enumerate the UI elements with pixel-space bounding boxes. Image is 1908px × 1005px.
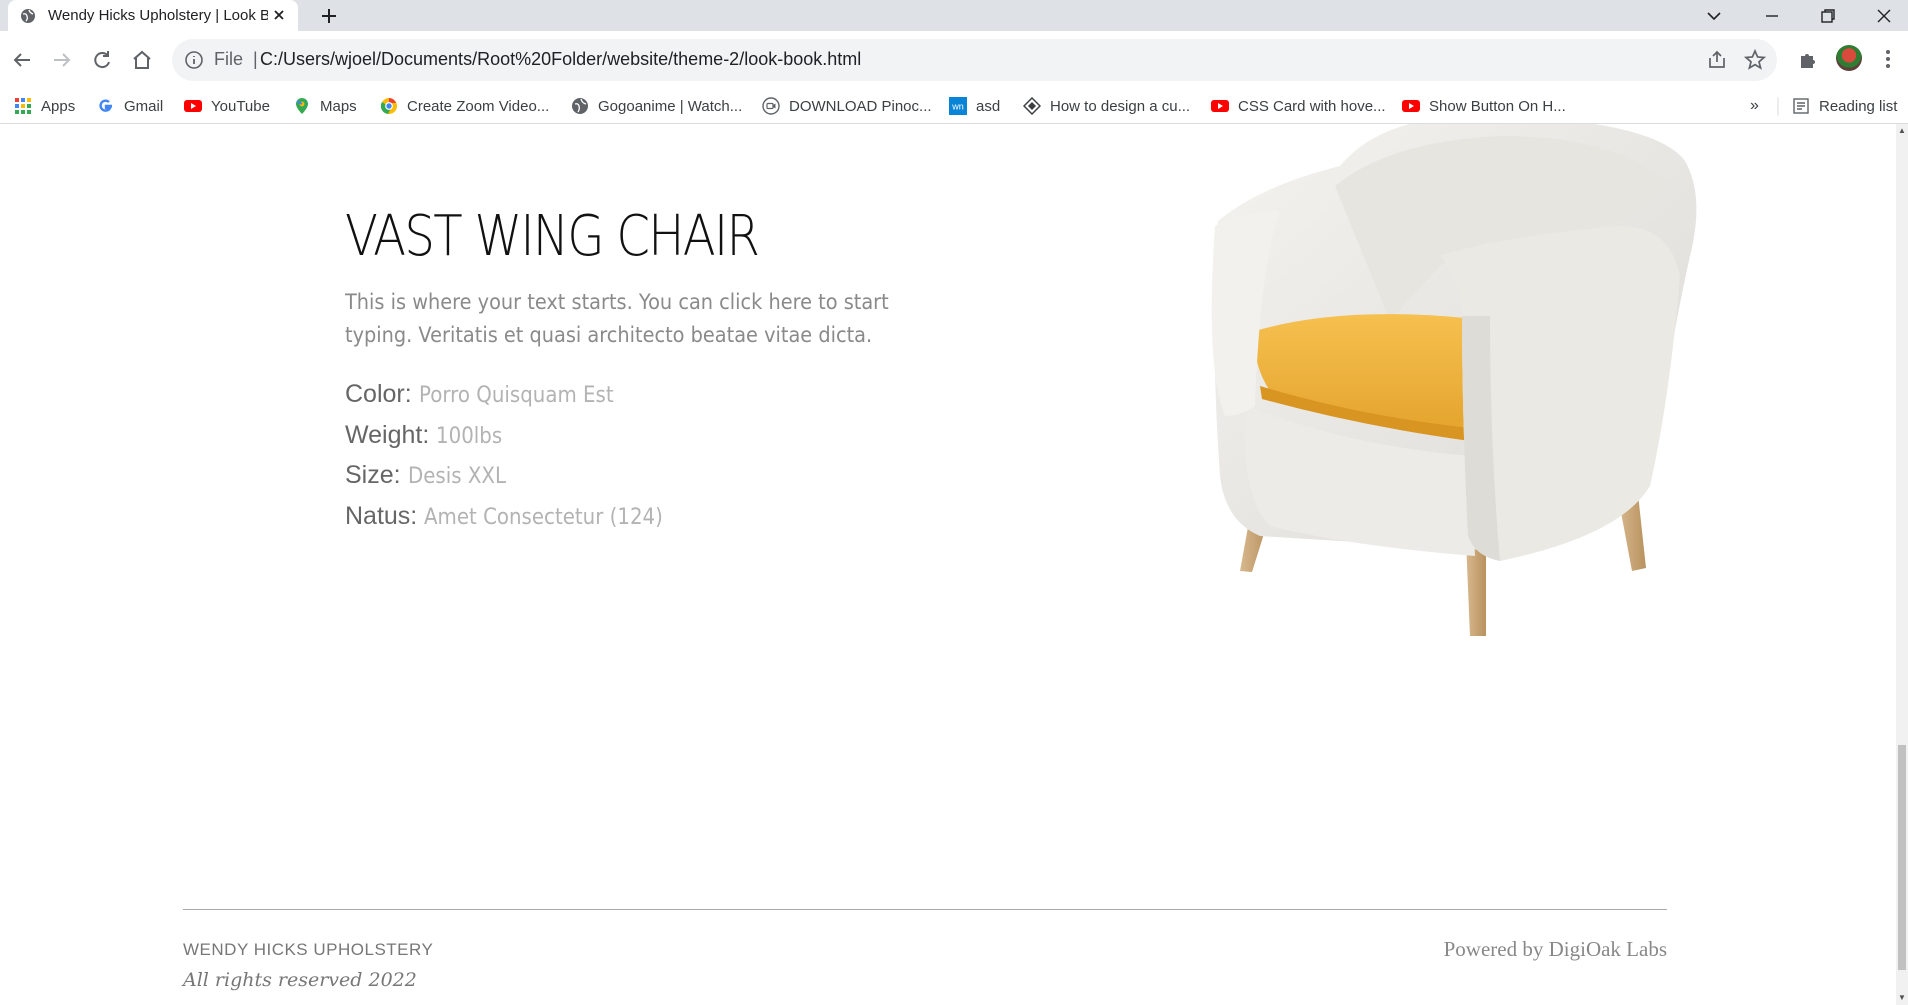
browser-toolbar: File | C:/Users/wjoel/Documents/Root%20F… [0, 31, 1908, 89]
spec-value: 100lbs [436, 424, 503, 449]
diamond-icon [1023, 97, 1041, 115]
url-scheme: File [214, 49, 244, 69]
spec-label: Natus: [345, 502, 418, 530]
bookmark-css-card[interactable]: CSS Card with hove... [1211, 89, 1386, 123]
footer-brand: WENDY HICKS UPHOLSTERY [183, 940, 434, 959]
bookmark-label: DOWNLOAD Pinoc... [789, 97, 932, 115]
site-info-icon[interactable] [184, 50, 204, 70]
video-icon [762, 97, 780, 115]
bookmarks-bar: Apps Gmail YouTube Maps Create Zoom Vide… [0, 89, 1908, 124]
page-content: VAST WING CHAIR This is where your text … [0, 124, 1896, 1005]
bookmark-apps[interactable]: Apps [14, 89, 75, 123]
spec-natus: Natus: Amet Consectetur (124) [345, 502, 690, 531]
share-icon[interactable] [1706, 49, 1728, 71]
bookmark-asd[interactable]: wn asd [949, 89, 1000, 123]
bookmark-maps[interactable]: Maps [293, 89, 357, 123]
bookmark-design[interactable]: How to design a cu... [1023, 89, 1190, 123]
close-window-button[interactable] [1872, 4, 1896, 28]
bookmark-label: Gmail [124, 97, 164, 115]
apps-grid-icon [15, 98, 31, 114]
bookmark-label: Apps [41, 97, 76, 115]
google-icon [99, 99, 113, 112]
spec-label: Size: [345, 461, 401, 489]
chrome-icon [380, 98, 397, 114]
tab-strip: Wendy Hicks Upholstery | Look B [0, 0, 1908, 31]
bookmark-label: asd [976, 97, 1001, 115]
globe-icon [572, 98, 588, 114]
svg-text:wn: wn [951, 102, 964, 112]
restore-button[interactable] [1816, 4, 1840, 28]
youtube-icon [1211, 100, 1229, 112]
url-text[interactable]: C:/Users/wjoel/Documents/Root%20Folder/w… [260, 49, 861, 70]
bookmark-label: Maps [320, 97, 357, 115]
spec-weight: Weight: 100lbs [345, 421, 510, 450]
bookmark-youtube[interactable]: YouTube [184, 89, 270, 123]
product-description: This is where your text starts. You can … [345, 290, 889, 347]
bookmark-label: Gogoanime | Watch... [598, 97, 743, 115]
reading-list-button[interactable]: Reading list [1792, 89, 1897, 123]
reading-list-label: Reading list [1819, 97, 1898, 115]
bookmarks-overflow-button[interactable]: » [1750, 89, 1759, 123]
bookmark-zoom[interactable]: Create Zoom Video... [380, 89, 549, 123]
profile-avatar[interactable] [1836, 45, 1862, 71]
footer-divider [183, 909, 1667, 910]
bookmark-label: CSS Card with hove... [1238, 97, 1386, 115]
spec-size: Size: Desis XXL [345, 461, 516, 490]
scroll-down-arrow-icon[interactable]: ▼ [1898, 993, 1906, 1002]
active-tab[interactable]: Wendy Hicks Upholstery | Look B [8, 0, 298, 31]
spec-color: Color: Porro Quisquam Est [345, 380, 635, 409]
globe-icon [21, 8, 35, 23]
bookmark-pinoc[interactable]: DOWNLOAD Pinoc... [762, 89, 932, 123]
bookmark-label: YouTube [211, 97, 270, 115]
spec-value: Amet Consectetur (124) [424, 505, 664, 530]
bookmark-label: How to design a cu... [1050, 97, 1191, 115]
product-title: VAST WING CHAIR [345, 204, 760, 269]
footer-copyright: All rights reserved 2022 [183, 969, 417, 991]
youtube-icon [184, 100, 202, 112]
home-button[interactable] [130, 48, 154, 72]
bookmarks-divider: │ [1774, 97, 1784, 115]
footer-powered-by[interactable]: Powered by DigiOak Labs [1444, 937, 1667, 962]
more-menu-icon[interactable] [1876, 47, 1900, 71]
spec-value: Desis XXL [407, 464, 506, 489]
close-tab-icon[interactable] [270, 6, 288, 24]
spec-label: Color: [345, 380, 412, 408]
bookmark-gogoanime[interactable]: Gogoanime | Watch... [571, 89, 742, 123]
forward-button[interactable] [50, 48, 74, 72]
tab-search-icon[interactable] [1702, 4, 1726, 28]
reading-list-icon [1793, 98, 1809, 114]
spec-value: Porro Quisquam Est [418, 383, 614, 408]
bookmark-label: Create Zoom Video... [407, 97, 550, 115]
bookmark-star-icon[interactable] [1744, 49, 1766, 71]
scrollbar-thumb[interactable] [1898, 745, 1906, 970]
youtube-icon [1402, 100, 1420, 112]
bookmark-label: Show Button On H... [1429, 97, 1566, 115]
address-bar[interactable]: File | C:/Users/wjoel/Documents/Root%20F… [172, 39, 1777, 81]
scroll-up-arrow-icon[interactable]: ▲ [1898, 126, 1906, 135]
spec-label: Weight: [345, 421, 430, 449]
extensions-icon[interactable] [1796, 47, 1820, 71]
bookmark-show-button[interactable]: Show Button On H... [1402, 89, 1566, 123]
armchair-image [1211, 124, 1697, 636]
minimize-button[interactable] [1760, 4, 1784, 28]
bookmark-gmail[interactable]: Gmail [97, 89, 163, 123]
tab-title: Wendy Hicks Upholstery | Look B [48, 7, 268, 24]
url-separator: | [253, 49, 258, 69]
reload-button[interactable] [90, 48, 114, 72]
wn-icon: wn [949, 97, 967, 115]
new-tab-button[interactable] [318, 5, 340, 27]
back-button[interactable] [10, 48, 34, 72]
maps-pin-icon [296, 98, 308, 114]
